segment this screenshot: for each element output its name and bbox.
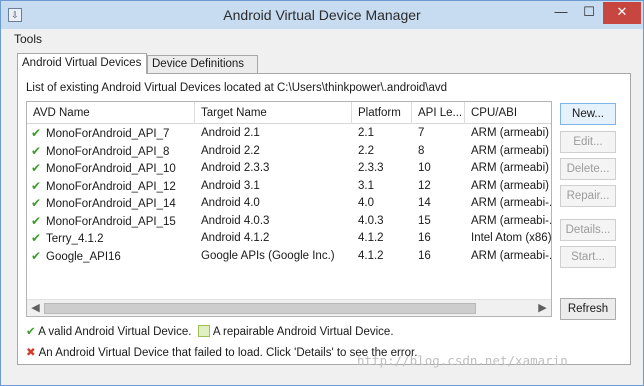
new-button[interactable]: New...	[560, 103, 616, 125]
avd-target: Android 2.1	[201, 127, 260, 139]
close-button[interactable]: ✕	[603, 2, 641, 24]
column-header-avd-name[interactable]: AVD Name	[27, 102, 195, 124]
check-icon: ✔	[31, 213, 42, 228]
avd-api-level: 8	[418, 144, 425, 157]
column-header-platform[interactable]: Platform	[352, 102, 412, 124]
column-header-target-name[interactable]: Target Name	[195, 102, 352, 124]
avd-platform: 4.0	[358, 197, 374, 209]
avd-name: Terry_4.1.2	[46, 233, 104, 245]
table-body: ✔ MonoForAndroid_API_7 Android 2.1 2.1 7 …	[27, 125, 552, 266]
repair-icon	[197, 325, 210, 337]
avd-manager-window: ⇩ Android Virtual Device Manager — ☐ ✕ T…	[0, 0, 644, 386]
menu-tools[interactable]: Tools	[14, 32, 42, 46]
avd-platform: 4.0.3	[358, 214, 384, 227]
maximize-button[interactable]: ☐	[575, 2, 603, 24]
avd-target: Android 3.1	[201, 179, 260, 192]
avd-target: Android 4.0	[201, 197, 260, 209]
avd-name: MonoForAndroid_API_12	[46, 180, 176, 193]
edit-button[interactable]: Edit...	[560, 131, 616, 153]
table-header: AVD Name Target Name Platform API Le... …	[27, 102, 551, 124]
avd-platform: 3.1	[358, 179, 374, 192]
check-icon: ✔	[31, 143, 42, 158]
details-button[interactable]: Details...	[560, 219, 616, 241]
avd-target: Android 2.2	[201, 144, 260, 157]
avd-cpu-abi: ARM (armeabi-...	[471, 214, 552, 227]
avd-name: MonoForAndroid_API_7	[46, 128, 170, 140]
check-icon: ✔	[31, 196, 42, 210]
title-bar[interactable]: ⇩ Android Virtual Device Manager — ☐ ✕	[1, 1, 643, 29]
avd-name: MonoForAndroid_API_10	[46, 163, 176, 175]
tab-device-definitions[interactable]: Device Definitions	[147, 55, 258, 73]
avd-platform: 2.3.3	[358, 162, 384, 174]
table-row[interactable]: ✔ Terry_4.1.2 Android 4.1.2 4.1.2 16 Inte…	[27, 230, 552, 248]
avd-api-level: 7	[418, 127, 425, 139]
scroll-right-arrow-icon[interactable]: ▶	[534, 300, 551, 316]
avd-name: MonoForAndroid_API_8	[46, 145, 170, 158]
avd-name: MonoForAndroid_API_15	[46, 215, 176, 228]
avd-cpu-abi: ARM (armeabi)	[471, 144, 549, 157]
avd-api-level: 16	[418, 249, 431, 262]
legend-valid: A valid Android Virtual Device.	[38, 326, 192, 338]
error-x-icon: ✖	[26, 347, 36, 359]
avd-table: AVD Name Target Name Platform API Le... …	[26, 101, 552, 317]
avd-name: Google_API16	[46, 250, 121, 263]
scroll-left-arrow-icon[interactable]: ◀	[27, 300, 44, 316]
scrollbar-thumb[interactable]	[44, 303, 476, 314]
avd-cpu-abi: Intel Atom (x86)	[471, 232, 552, 244]
avd-panel: List of existing Android Virtual Devices…	[17, 73, 631, 365]
minimize-button[interactable]: —	[547, 2, 575, 24]
avd-target: Android 2.3.3	[201, 162, 270, 174]
avd-api-level: 12	[418, 179, 431, 192]
avd-target: Google APIs (Google Inc.)	[201, 249, 335, 262]
avd-target: Android 4.0.3	[201, 214, 270, 227]
avd-platform: 4.1.2	[358, 232, 384, 244]
avd-target: Android 4.1.2	[201, 232, 270, 244]
check-icon: ✔	[31, 231, 42, 245]
check-icon: ✔	[31, 126, 42, 140]
column-header-api-level[interactable]: API Le...	[412, 102, 465, 124]
delete-button[interactable]: Delete...	[560, 158, 616, 180]
legend-repairable: A repairable Android Virtual Device.	[212, 326, 394, 338]
table-row[interactable]: ✔ MonoForAndroid_API_10 Android 2.3.3 2.3…	[27, 160, 551, 178]
avd-api-level: 16	[418, 232, 431, 244]
avd-cpu-abi: ARM (armeabi)	[471, 179, 549, 192]
table-row[interactable]: ✔ MonoForAndroid_API_15 Android 4.0.3 4.0…	[27, 213, 552, 231]
repair-button[interactable]: Repair...	[560, 185, 616, 207]
check-icon: ✔	[31, 178, 42, 193]
avd-platform: 2.1	[358, 127, 374, 139]
table-row[interactable]: ✔ MonoForAndroid_API_12 Android 3.1 3.1 1…	[27, 178, 551, 196]
valid-check-icon: ✔	[26, 326, 36, 338]
avd-name: MonoForAndroid_API_14	[46, 198, 176, 210]
refresh-button[interactable]: Refresh	[560, 298, 616, 320]
avd-cpu-abi: ARM (armeabi)	[471, 162, 549, 174]
avd-cpu-abi: ARM (armeabi-...	[471, 197, 552, 209]
avd-location-label: List of existing Android Virtual Devices…	[26, 82, 448, 94]
tab-android-virtual-devices[interactable]: Android Virtual Devices	[17, 53, 147, 74]
avd-cpu-abi: ARM (armeabi)	[471, 127, 549, 139]
avd-cpu-abi: ARM (armeabi-...	[471, 249, 552, 262]
watermark: http://blog.csdn.net/xamarin	[357, 353, 568, 368]
table-row[interactable]: ✔ MonoForAndroid_API_7 Android 2.1 2.1 7 …	[27, 125, 551, 143]
legend-line-1: ✔ A valid Android Virtual Device. A repa…	[26, 324, 394, 338]
horizontal-scrollbar[interactable]: ◀ ▶	[27, 299, 551, 316]
avd-platform: 2.2	[358, 144, 374, 157]
avd-api-level: 10	[418, 162, 431, 174]
menu-bar: Tools	[1, 29, 643, 49]
table-row[interactable]: ✔ Google_API16 Google APIs (Google Inc.) …	[27, 248, 552, 266]
check-icon: ✔	[31, 248, 42, 263]
column-header-cpu-abi[interactable]: CPU/ABI	[465, 102, 551, 124]
check-icon: ✔	[31, 161, 42, 175]
avd-api-level: 15	[418, 214, 431, 227]
table-row[interactable]: ✔ MonoForAndroid_API_14 Android 4.0 4.0 1…	[27, 195, 552, 213]
start-button[interactable]: Start...	[560, 246, 616, 268]
table-row[interactable]: ✔ MonoForAndroid_API_8 Android 2.2 2.2 8 …	[27, 143, 551, 161]
avd-platform: 4.1.2	[358, 249, 384, 262]
avd-api-level: 14	[418, 197, 431, 209]
